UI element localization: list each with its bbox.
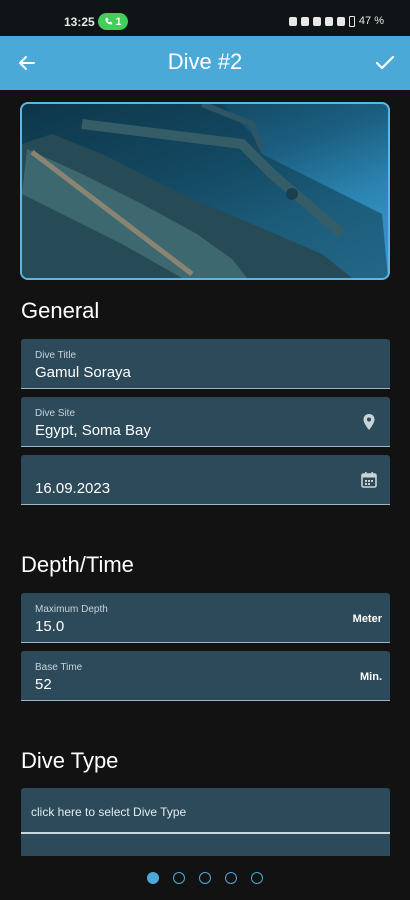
calendar-icon[interactable] — [360, 471, 378, 489]
dive-date-value[interactable]: 16.09.2023 — [35, 480, 110, 497]
base-time-value[interactable]: 52 — [35, 676, 52, 693]
app-bar: Dive #2 — [0, 36, 410, 90]
dive-title-label: Dive Title — [35, 350, 77, 361]
section-general-heading: General — [21, 298, 100, 323]
page-indicator — [0, 872, 410, 884]
dive-site-value[interactable]: Egypt, Soma Bay — [35, 422, 151, 439]
call-badge-count: 1 — [115, 15, 122, 28]
location-icon — [324, 16, 333, 26]
dive-site-field[interactable]: Dive Site Egypt, Soma Bay — [21, 397, 390, 447]
max-depth-label: Maximum Depth — [35, 604, 108, 615]
base-time-field[interactable]: Base Time 52 Min. — [21, 651, 390, 701]
settings-icon — [300, 16, 309, 26]
max-depth-value[interactable]: 15.0 — [35, 618, 64, 635]
alarm-icon — [288, 16, 297, 26]
section-depth-time-heading: Depth/Time — [21, 552, 134, 577]
dive-type-underline — [21, 832, 390, 834]
phone-icon — [105, 17, 113, 25]
save-button[interactable] — [370, 48, 400, 78]
location-pin-icon[interactable] — [360, 413, 378, 431]
status-icons: 47 % — [288, 15, 384, 27]
section-dive-type-heading: Dive Type — [21, 748, 119, 773]
status-bar: 13:25 1 47 % — [0, 0, 410, 36]
page-dot-1[interactable] — [147, 872, 159, 884]
dive-date-field[interactable]: 16.09.2023 — [21, 455, 390, 505]
battery-icon — [348, 15, 355, 27]
base-time-unit: Min. — [360, 671, 382, 683]
dive-photo[interactable] — [20, 102, 390, 280]
page-dot-4[interactable] — [225, 872, 237, 884]
dive-type-select[interactable]: click here to select Dive Type — [21, 788, 390, 856]
battery-percent: 47 % — [358, 15, 384, 27]
base-time-label: Base Time — [35, 662, 83, 673]
dive-type-placeholder[interactable]: click here to select Dive Type — [31, 805, 186, 819]
underwater-wreck-image — [22, 104, 388, 278]
vibrate-icon — [312, 16, 321, 26]
dive-title-value[interactable]: Gamul Soraya — [35, 364, 131, 381]
max-depth-unit: Meter — [352, 613, 382, 625]
call-badge: 1 — [98, 13, 128, 30]
page-dot-2[interactable] — [173, 872, 185, 884]
page-dot-5[interactable] — [251, 872, 263, 884]
dive-title-field[interactable]: Dive Title Gamul Soraya — [21, 339, 390, 389]
signal-icon — [336, 16, 345, 26]
status-time: 13:25 — [64, 15, 95, 29]
check-icon — [375, 55, 395, 70]
max-depth-field[interactable]: Maximum Depth 15.0 Meter — [21, 593, 390, 643]
page-title: Dive #2 — [167, 49, 243, 74]
dive-site-label: Dive Site — [35, 408, 76, 419]
page-dot-3[interactable] — [199, 872, 211, 884]
